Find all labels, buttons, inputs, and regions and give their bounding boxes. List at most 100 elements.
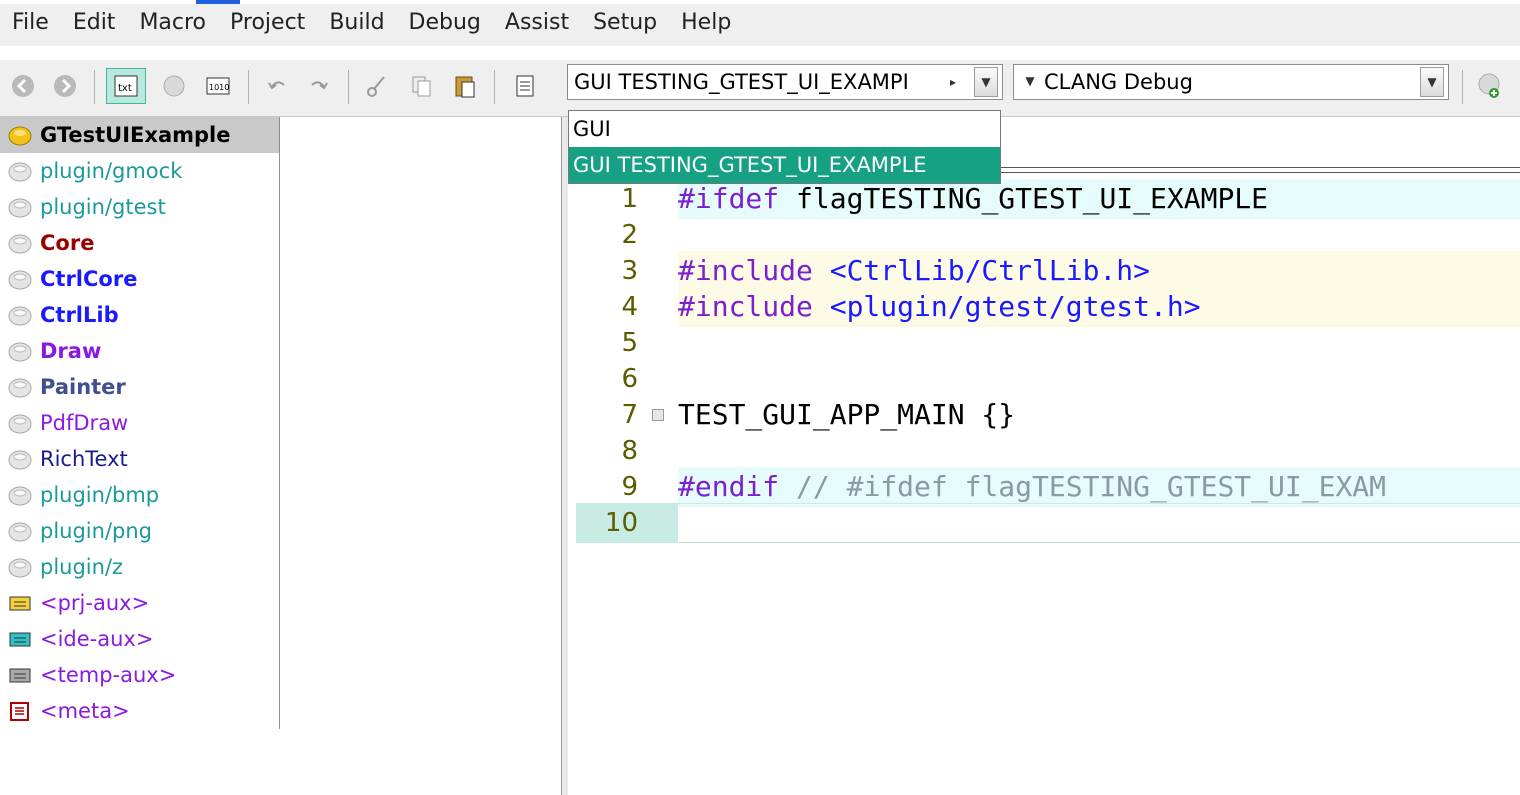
package-label: Draw xyxy=(40,339,102,363)
package-label: PdfDraw xyxy=(40,411,129,435)
package-item[interactable]: CtrlLib xyxy=(0,297,119,333)
line-number: 4 xyxy=(621,292,638,322)
line-number: 5 xyxy=(621,328,638,358)
package-item[interactable]: <temp-aux> xyxy=(0,657,176,693)
code-editor[interactable]: 1 #ifdef flagTESTING_GTEST_UI_EXAMPLE 2 3 #i… xyxy=(568,117,1520,795)
package-label: <meta> xyxy=(40,699,130,723)
txt-view-icon[interactable]: txt xyxy=(106,68,146,104)
package-item[interactable]: Painter xyxy=(0,369,126,405)
package-item[interactable]: CtrlCore xyxy=(0,261,137,297)
build-package-icon[interactable] xyxy=(1472,68,1508,104)
menu-help[interactable]: Help xyxy=(669,4,743,46)
package-view-icon[interactable] xyxy=(156,68,192,104)
package-label: <temp-aux> xyxy=(40,663,177,687)
package-item[interactable]: plugin/gmock xyxy=(0,153,182,189)
prj-aux-icon xyxy=(6,591,34,615)
package-item[interactable]: plugin/bmp xyxy=(0,477,159,513)
package-label: Core xyxy=(40,231,95,255)
copy-icon[interactable] xyxy=(404,68,438,104)
undo-icon[interactable] xyxy=(260,68,294,104)
temp-aux-icon xyxy=(6,663,34,687)
code-token: // #ifdef flagTESTING_GTEST_UI_EXAM xyxy=(779,470,1387,503)
main-config-select[interactable]: GUI TESTING_GTEST_UI_EXAMPI ▸ ▼ xyxy=(567,64,1003,100)
line-number: 2 xyxy=(621,220,638,250)
menu-debug[interactable]: Debug xyxy=(397,4,493,46)
package-item[interactable]: <prj-aux> xyxy=(0,585,149,621)
package-icon xyxy=(6,195,34,219)
fold-marker-icon[interactable] xyxy=(652,409,664,421)
toolbar-separator xyxy=(1462,70,1463,104)
package-label: GTestUIExample xyxy=(40,123,231,147)
package-icon xyxy=(6,447,34,471)
package-label: <ide-aux> xyxy=(40,627,154,651)
redo-icon[interactable] xyxy=(302,68,336,104)
forward-icon[interactable] xyxy=(50,68,80,104)
menu-macro[interactable]: Macro xyxy=(127,4,218,46)
package-item[interactable]: <meta> xyxy=(0,693,130,729)
back-icon[interactable] xyxy=(8,68,38,104)
dropdown-option[interactable]: GUI TESTING_GTEST_UI_EXAMPLE xyxy=(569,147,1000,183)
menu-build[interactable]: Build xyxy=(317,4,396,46)
package-label: Painter xyxy=(40,375,126,399)
package-icon xyxy=(6,267,34,291)
code-line: #include <CtrlLib/CtrlLib.h> xyxy=(678,251,1520,291)
package-icon xyxy=(6,339,34,363)
package-item[interactable]: <ide-aux> xyxy=(0,621,153,657)
line-number: 9 xyxy=(621,472,638,502)
package-item[interactable]: Draw xyxy=(0,333,101,369)
code-token: flagTESTING_GTEST_UI_EXAMPLE xyxy=(779,182,1269,215)
menu-edit[interactable]: Edit xyxy=(61,4,128,46)
package-item[interactable]: GTestUIExample xyxy=(0,117,279,153)
code-token: #endif xyxy=(678,470,780,503)
package-label: plugin/z xyxy=(40,555,124,579)
menubar: File Edit Macro Project Build Debug Assist Setu… xyxy=(0,4,1520,46)
menu-file[interactable]: File xyxy=(0,4,61,46)
chevron-down-icon[interactable]: ▼ xyxy=(1420,67,1444,97)
package-icon xyxy=(6,375,34,399)
package-item[interactable]: RichText xyxy=(0,441,128,477)
ide-aux-icon xyxy=(6,627,34,651)
package-label: <prj-aux> xyxy=(40,591,150,615)
package-list: GTestUIExample plugin/gmock plugin/gtest Co… xyxy=(0,117,280,729)
code-token: #include xyxy=(678,254,813,287)
svg-text:1010: 1010 xyxy=(209,83,229,92)
toolbar-separator xyxy=(248,70,249,104)
main-config-value: GUI TESTING_GTEST_UI_EXAMPI xyxy=(574,70,909,94)
meta-icon xyxy=(6,699,34,723)
code-token: #ifdef xyxy=(678,182,780,215)
dropdown-option[interactable]: GUI xyxy=(569,111,1000,147)
code-token: #include xyxy=(678,290,813,323)
menu-setup[interactable]: Setup xyxy=(581,4,669,46)
package-item[interactable]: plugin/png xyxy=(0,513,152,549)
package-icon xyxy=(6,411,34,435)
chevron-down-icon[interactable]: ▼ xyxy=(974,67,998,97)
package-label: CtrlLib xyxy=(40,303,119,327)
package-icon xyxy=(6,519,34,543)
main-config-dropdown: GUI GUI TESTING_GTEST_UI_EXAMPLE xyxy=(568,110,1001,184)
package-item[interactable]: plugin/gtest xyxy=(0,189,166,225)
line-number: 7 xyxy=(621,400,638,430)
paste-icon[interactable] xyxy=(448,68,482,104)
build-method-select[interactable]: ▼ CLANG Debug ▼ xyxy=(1013,64,1449,100)
binary-view-icon[interactable]: 1010 xyxy=(200,68,236,104)
cut-icon[interactable] xyxy=(360,68,394,104)
package-icon xyxy=(6,159,34,183)
package-item[interactable]: Core xyxy=(0,225,94,261)
package-label: RichText xyxy=(40,447,128,471)
code-line: #endif // #ifdef flagTESTING_GTEST_UI_EX… xyxy=(678,467,1520,507)
package-icon xyxy=(6,231,34,255)
menu-project[interactable]: Project xyxy=(218,4,317,46)
document-icon[interactable] xyxy=(508,68,542,104)
menu-assist[interactable]: Assist xyxy=(493,4,581,46)
code-line: #include <plugin/gtest/gtest.h> xyxy=(678,287,1520,327)
package-item[interactable]: plugin/z xyxy=(0,549,123,585)
line-number: 3 xyxy=(621,256,638,286)
package-item[interactable]: PdfDraw xyxy=(0,405,128,441)
code-line: TEST_GUI_APP_MAIN {} xyxy=(678,395,1520,435)
code-token: <plugin/gtest/gtest.h> xyxy=(812,290,1201,323)
package-icon xyxy=(6,483,34,507)
package-label: CtrlCore xyxy=(40,267,138,291)
